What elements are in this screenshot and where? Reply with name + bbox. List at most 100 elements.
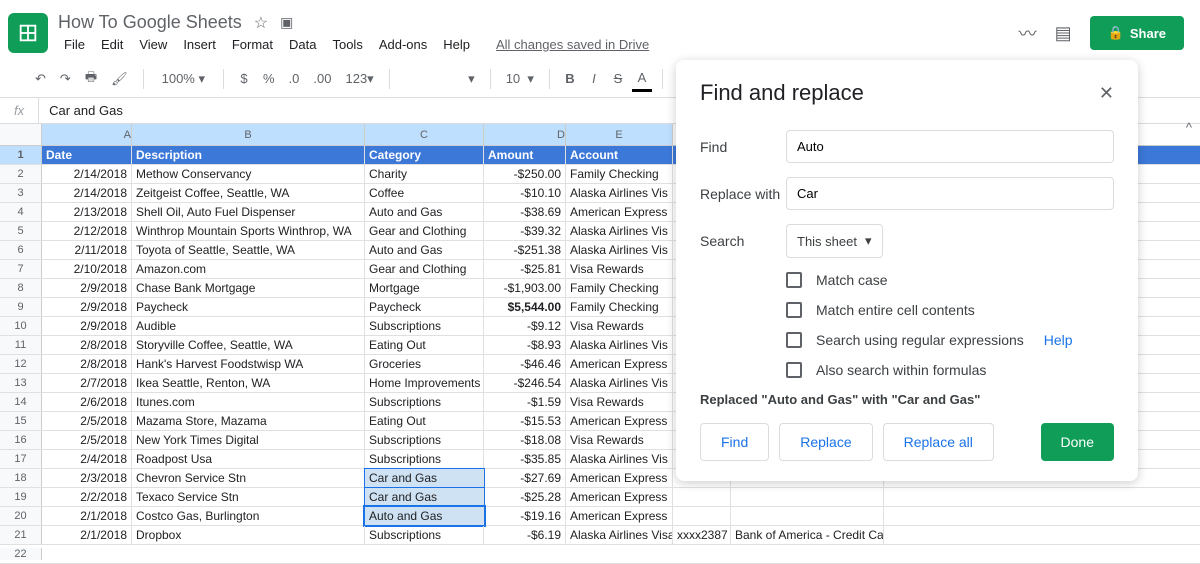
formulas-checkbox[interactable] [786, 362, 802, 378]
menu-tools[interactable]: Tools [326, 35, 368, 54]
undo-icon[interactable]: ↶ [30, 67, 51, 91]
match-entire-checkbox[interactable] [786, 302, 802, 318]
cell-desc[interactable]: Shell Oil, Auto Fuel Dispenser [132, 203, 365, 221]
cell-account[interactable]: Visa Rewards [566, 393, 673, 411]
col-header-a[interactable]: A [42, 124, 132, 145]
document-title[interactable]: How To Google Sheets [58, 12, 242, 33]
cell-desc[interactable]: Hank's Harvest Foodstwisp WA [132, 355, 365, 373]
cell-desc[interactable]: Dropbox [132, 526, 365, 544]
move-icon[interactable]: ▣ [280, 14, 293, 31]
row-header[interactable]: 20 [0, 507, 42, 525]
menu-view[interactable]: View [133, 35, 173, 54]
star-icon[interactable]: ☆ [254, 13, 268, 33]
cell-date[interactable]: 2/14/2018 [42, 165, 132, 183]
paint-format-icon[interactable]: 🖌 [106, 67, 133, 91]
cell-amount[interactable]: -$39.32 [484, 222, 566, 240]
row-header[interactable]: 9 [0, 298, 42, 316]
cell-account[interactable]: American Express [566, 488, 673, 506]
font-select[interactable]: ▾ [400, 67, 480, 91]
cell-desc[interactable]: Amazon.com [132, 260, 365, 278]
row-header[interactable]: 1 [0, 146, 42, 164]
cell-desc[interactable]: Roadpost Usa [132, 450, 365, 468]
cell-account[interactable]: Alaska Airlines Vis [566, 222, 673, 240]
cell-account[interactable]: American Express [566, 469, 673, 487]
cell[interactable] [731, 488, 884, 506]
header-cat[interactable]: Category [365, 146, 484, 164]
cell-amount[interactable]: -$9.12 [484, 317, 566, 335]
cell-category[interactable]: Auto and Gas [365, 203, 484, 221]
formula-input[interactable]: Car and Gas [39, 103, 133, 118]
row-header[interactable]: 11 [0, 336, 42, 354]
cell-account[interactable]: Alaska Airlines Vis [566, 184, 673, 202]
cell-category[interactable]: Groceries [365, 355, 484, 373]
find-input[interactable] [786, 130, 1114, 163]
cell-desc[interactable]: New York Times Digital [132, 431, 365, 449]
col-header-e[interactable]: E [566, 124, 673, 145]
row-header[interactable]: 18 [0, 469, 42, 487]
cell-date[interactable]: 2/9/2018 [42, 298, 132, 316]
row-header[interactable]: 7 [0, 260, 42, 278]
cell-account[interactable]: Family Checking [566, 298, 673, 316]
menu-format[interactable]: Format [226, 35, 279, 54]
cell-account[interactable]: Alaska Airlines Vis [566, 336, 673, 354]
menu-edit[interactable]: Edit [95, 35, 129, 54]
save-status[interactable]: All changes saved in Drive [490, 35, 655, 54]
cell-category[interactable]: Home Improvements [365, 374, 484, 392]
cell-category[interactable]: Auto and Gas [365, 507, 484, 525]
cell-amount[interactable]: $5,544.00 [484, 298, 566, 316]
dec-decrease-icon[interactable]: .0 [284, 67, 305, 90]
row-header[interactable]: 2 [0, 165, 42, 183]
row-header[interactable]: 16 [0, 431, 42, 449]
explore-icon[interactable]: 〰 [1019, 20, 1037, 46]
cell[interactable]: Bank of America - Credit Card [731, 526, 884, 544]
cell-amount[interactable]: -$35.85 [484, 450, 566, 468]
cell-date[interactable]: 2/11/2018 [42, 241, 132, 259]
cell-desc[interactable]: Methow Conservancy [132, 165, 365, 183]
cell-account[interactable]: Alaska Airlines Visa [566, 526, 673, 544]
cell-category[interactable]: Paycheck [365, 298, 484, 316]
cell-amount[interactable]: -$246.54 [484, 374, 566, 392]
cell-category[interactable]: Coffee [365, 184, 484, 202]
more-formats[interactable]: 123▾ [340, 67, 378, 91]
row-header[interactable]: 8 [0, 279, 42, 297]
row-header[interactable]: 6 [0, 241, 42, 259]
share-button[interactable]: 🔒 Share [1090, 16, 1184, 50]
italic-icon[interactable]: I [584, 67, 604, 90]
cell-amount[interactable]: -$250.00 [484, 165, 566, 183]
match-case-checkbox[interactable] [786, 272, 802, 288]
chevron-up-icon[interactable]: ^ [1186, 120, 1192, 135]
cell-desc[interactable]: Storyville Coffee, Seattle, WA [132, 336, 365, 354]
cell-category[interactable]: Mortgage [365, 279, 484, 297]
row-header[interactable]: 13 [0, 374, 42, 392]
cell-category[interactable]: Eating Out [365, 336, 484, 354]
font-size[interactable]: 10 ▾ [501, 67, 539, 91]
cell-category[interactable]: Gear and Clothing [365, 260, 484, 278]
cell-account[interactable]: Visa Rewards [566, 260, 673, 278]
cell-date[interactable]: 2/5/2018 [42, 412, 132, 430]
menu-data[interactable]: Data [283, 35, 322, 54]
cell-amount[interactable]: -$46.46 [484, 355, 566, 373]
cell-amount[interactable]: -$1.59 [484, 393, 566, 411]
find-button[interactable]: Find [700, 423, 769, 461]
row-header[interactable]: 22 [0, 548, 42, 560]
row-header[interactable]: 3 [0, 184, 42, 202]
search-scope-select[interactable]: This sheet ▾ [786, 224, 883, 258]
replace-all-button[interactable]: Replace all [883, 423, 994, 461]
cell-category[interactable]: Car and Gas [365, 488, 484, 506]
menu-help[interactable]: Help [437, 35, 476, 54]
cell-desc[interactable]: Chevron Service Stn [132, 469, 365, 487]
row-header[interactable]: 4 [0, 203, 42, 221]
col-header-b[interactable]: B [132, 124, 365, 145]
cell-date[interactable]: 2/14/2018 [42, 184, 132, 202]
percent-icon[interactable]: % [258, 67, 280, 90]
cell-date[interactable]: 2/5/2018 [42, 431, 132, 449]
cell-desc[interactable]: Audible [132, 317, 365, 335]
cell-date[interactable]: 2/9/2018 [42, 279, 132, 297]
cell-amount[interactable]: -$38.69 [484, 203, 566, 221]
replace-input[interactable] [786, 177, 1114, 210]
row-header[interactable]: 17 [0, 450, 42, 468]
header-date[interactable]: Date [42, 146, 132, 164]
cell-account[interactable]: Alaska Airlines Vis [566, 374, 673, 392]
cell-desc[interactable]: Chase Bank Mortgage [132, 279, 365, 297]
cell-amount[interactable]: -$27.69 [484, 469, 566, 487]
